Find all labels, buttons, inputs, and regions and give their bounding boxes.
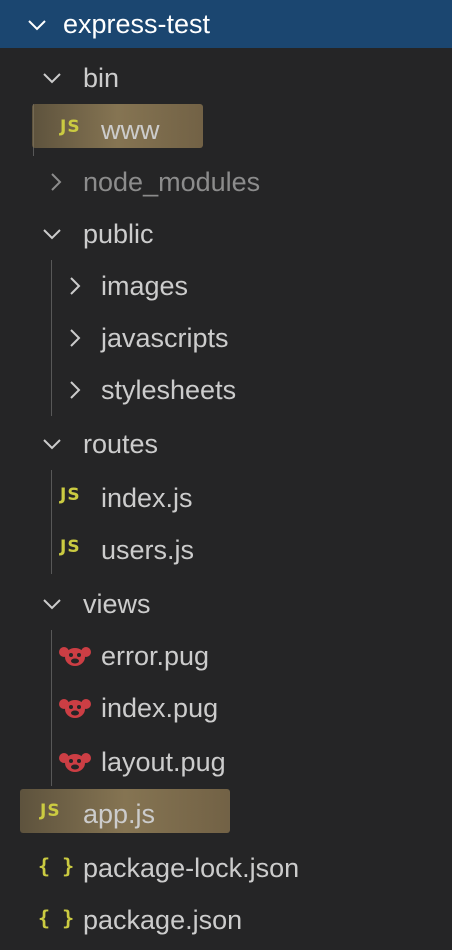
- js-icon: JS: [60, 117, 81, 137]
- chevron-right-icon: [70, 329, 81, 347]
- chevron-down-icon: [43, 229, 61, 240]
- tree-item-label: package.json: [83, 905, 243, 935]
- tree-item-label: www: [101, 115, 160, 145]
- tree-item-label: routes: [83, 429, 159, 459]
- tree-item-bin[interactable]: bin: [0, 52, 452, 104]
- tree-item-app-js[interactable]: JS app.js: [0, 788, 452, 840]
- tree-item-label: layout.pug: [101, 747, 226, 777]
- tree-item-package-json[interactable]: { } package.json: [0, 894, 452, 946]
- pug-icon: [59, 753, 91, 772]
- tree-item-label: public: [83, 219, 154, 249]
- js-icon: JS: [60, 485, 81, 505]
- tree-item-label: node_modules: [83, 167, 261, 197]
- tree-item-package-lock-json[interactable]: { } package-lock.json: [0, 842, 452, 894]
- pug-icon: [59, 699, 91, 718]
- root-folder-label: express-test: [63, 9, 211, 39]
- tree-item-label: javascripts: [101, 323, 229, 353]
- json-icon: { }: [38, 906, 75, 930]
- root-folder-express-test[interactable]: express-test: [0, 0, 452, 48]
- tree-item-layout-pug[interactable]: layout.pug: [0, 736, 452, 788]
- tree-item-label: users.js: [101, 535, 195, 565]
- pug-icon: [59, 647, 91, 666]
- chevron-down-icon: [43, 599, 61, 610]
- json-icon: { }: [38, 854, 75, 878]
- chevron-right-icon: [70, 381, 81, 399]
- tree-item-www[interactable]: JS www: [0, 104, 452, 156]
- tree-item-index-pug[interactable]: index.pug: [0, 682, 452, 734]
- tree-item-routes[interactable]: routes: [0, 418, 452, 470]
- tree-item-users-js[interactable]: JS users.js: [0, 524, 452, 576]
- chevron-down-icon: [43, 73, 61, 84]
- tree-item-label: app.js: [83, 799, 156, 829]
- tree-item-label: stylesheets: [101, 375, 237, 405]
- tree-item-views[interactable]: views: [0, 578, 452, 630]
- chevron-right-icon: [51, 173, 62, 191]
- tree-item-node-modules[interactable]: node_modules: [0, 156, 452, 208]
- file-explorer: express-test bin JS www node_modules pub…: [0, 0, 452, 950]
- tree-item-label: index.pug: [101, 693, 219, 723]
- chevron-down-icon: [28, 20, 46, 31]
- tree-item-error-pug[interactable]: error.pug: [0, 630, 452, 682]
- tree-item-index-js[interactable]: JS index.js: [0, 472, 452, 524]
- tree-item-images[interactable]: images: [0, 260, 452, 312]
- tree-item-label: index.js: [101, 483, 193, 513]
- tree-item-javascripts[interactable]: javascripts: [0, 312, 452, 364]
- chevron-right-icon: [70, 277, 81, 295]
- chevron-down-icon: [43, 439, 61, 450]
- tree-item-label: package-lock.json: [83, 853, 300, 883]
- tree-item-stylesheets[interactable]: stylesheets: [0, 364, 452, 416]
- js-icon: JS: [60, 537, 81, 557]
- tree-item-label: bin: [83, 63, 120, 93]
- tree-item-label: error.pug: [101, 641, 210, 671]
- tree-item-label: images: [101, 271, 189, 301]
- tree-item-public[interactable]: public: [0, 208, 452, 260]
- tree-item-label: views: [83, 589, 151, 619]
- js-icon: JS: [40, 801, 61, 821]
